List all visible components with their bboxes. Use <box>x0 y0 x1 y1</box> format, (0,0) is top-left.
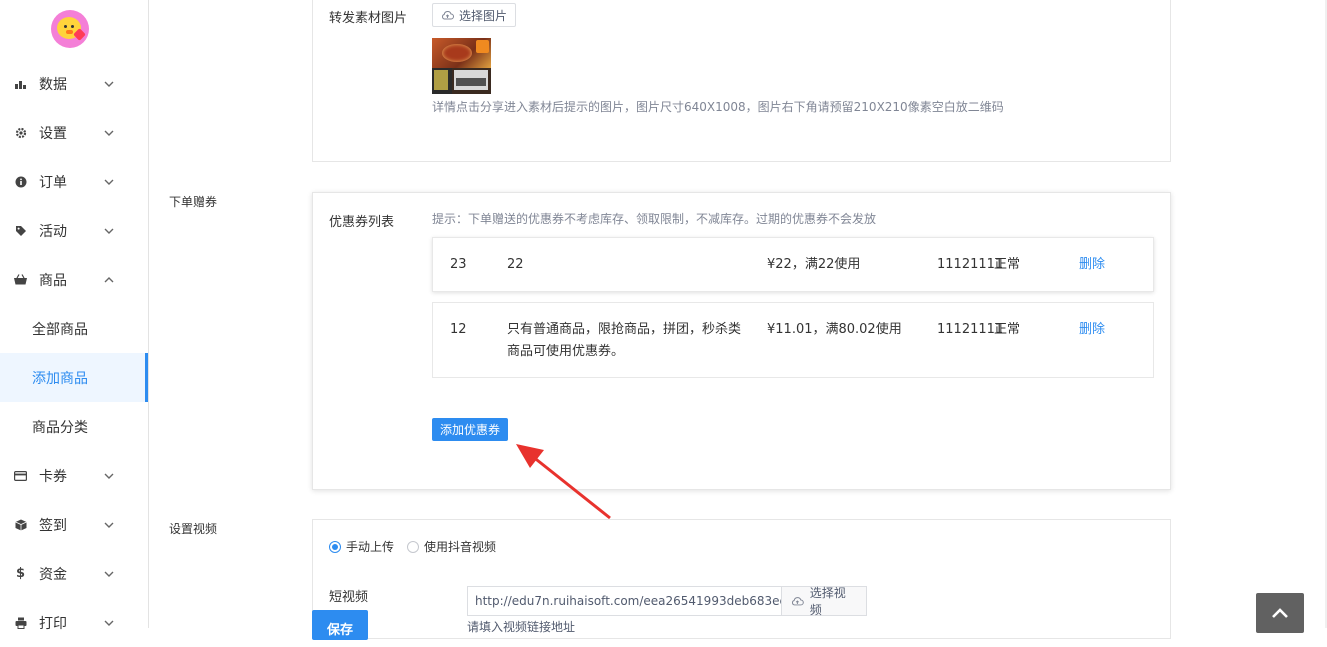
add-coupon-button[interactable]: 添加优惠券 <box>432 418 508 441</box>
sidebar: 数据 设置 订单 活动 商品 全部商品 添加商品 商品分类 卡券 签到 $ 资金… <box>0 0 149 632</box>
submenu-item-label: 全部商品 <box>32 321 88 338</box>
menu-item-settings[interactable]: 设置 <box>0 108 148 157</box>
app-logo <box>51 10 89 48</box>
menu-item-label: 订单 <box>39 174 67 191</box>
radio-manual-label: 手动上传 <box>346 540 395 554</box>
coupon-hint: 提示：下单赠送的优惠券不考虑库存、领取限制，不减库存。过期的优惠券不会发放 <box>432 212 877 226</box>
chevron-down-icon <box>103 470 115 482</box>
video-hint: 请填入视频链接地址 <box>467 620 576 634</box>
material-thumbnail[interactable] <box>432 38 491 94</box>
menu-item-label: 数据 <box>39 76 67 93</box>
submenu-item-add-product[interactable]: 添加商品 <box>0 353 148 402</box>
menu-item-signin[interactable]: 签到 <box>0 500 148 549</box>
menu-item-orders[interactable]: 订单 <box>0 157 148 206</box>
menu-item-print[interactable]: 打印 <box>0 598 148 647</box>
coupon-row: 23 22 ¥22，满22使用 11121111 正常 删除 <box>432 237 1154 292</box>
back-to-top-button[interactable] <box>1256 593 1304 633</box>
cloud-upload-icon <box>442 11 454 20</box>
submenu-item-label: 添加商品 <box>32 370 88 387</box>
tag-icon <box>14 224 27 237</box>
video-url-input[interactable]: http://edu7n.ruihaisoft.com/eea26541993d… <box>467 586 782 616</box>
menu-item-cards[interactable]: 卡券 <box>0 451 148 500</box>
radio-douyin-label: 使用抖音视频 <box>424 540 497 554</box>
chevron-down-icon <box>103 176 115 188</box>
select-video-button[interactable]: 选择视频 <box>782 586 867 617</box>
annotation-arrow-icon <box>516 444 611 520</box>
bar-chart-icon <box>14 77 27 90</box>
cube-icon <box>14 518 27 531</box>
card-icon <box>14 469 27 482</box>
video-section-label: 设置视频 <box>169 522 218 536</box>
material-label: 转发素材图片 <box>329 11 408 26</box>
coupon-discount: ¥11.01，满80.02使用 <box>767 322 902 337</box>
chevron-down-icon <box>103 617 115 629</box>
submenu-item-product-category[interactable]: 商品分类 <box>0 402 148 451</box>
chevron-down-icon <box>103 127 115 139</box>
chevron-down-icon <box>103 519 115 531</box>
coupon-row: 12 只有普通商品，限抢商品，拼团，秒杀类 商品可使用优惠券。 ¥11.01，满… <box>432 302 1154 378</box>
printer-icon <box>14 616 27 629</box>
delete-coupon-link[interactable]: 删除 <box>1079 319 1105 341</box>
select-image-button[interactable]: 选择图片 <box>432 3 517 27</box>
cloud-upload-icon <box>792 597 804 606</box>
short-video-label: 短视频 <box>329 590 369 605</box>
coupon-id: 12 <box>450 322 467 337</box>
menu-item-data[interactable]: 数据 <box>0 59 148 108</box>
chevron-up-icon <box>1272 607 1288 618</box>
dollar-icon: $ <box>15 566 26 581</box>
menu-item-label: 资金 <box>39 566 67 583</box>
chevron-up-icon <box>103 274 115 286</box>
menu-item-label: 商品 <box>39 272 67 289</box>
menu-item-label: 卡券 <box>39 468 67 485</box>
info-circle-icon <box>14 175 27 188</box>
coupon-discount: ¥22，满22使用 <box>767 257 861 272</box>
gear-icon <box>14 126 27 139</box>
order-coupon-section-label: 下单赠券 <box>169 195 218 209</box>
chevron-down-icon <box>103 568 115 580</box>
radio-checked-icon <box>329 540 341 553</box>
video-panel <box>312 519 1171 639</box>
radio-unchecked-icon <box>407 540 419 553</box>
delete-coupon-link[interactable]: 删除 <box>1079 254 1105 276</box>
menu-item-funds[interactable]: $ 资金 <box>0 549 148 598</box>
coupon-list-label: 优惠券列表 <box>329 215 395 230</box>
save-button[interactable]: 保存 <box>312 610 368 640</box>
menu-item-label: 签到 <box>39 517 67 534</box>
coupon-status: 正常 <box>994 257 1021 272</box>
chevron-down-icon <box>103 225 115 237</box>
radio-douyin-video[interactable]: 使用抖音视频 <box>407 538 496 555</box>
menu-item-label: 活动 <box>39 223 67 240</box>
select-video-label: 选择视频 <box>809 586 846 617</box>
coupon-name-line2: 商品可使用优惠券。 <box>507 344 625 359</box>
menu-item-label: 打印 <box>39 615 67 632</box>
select-image-label: 选择图片 <box>459 8 508 23</box>
coupon-name: 22 <box>507 257 524 272</box>
coupon-name-line1: 只有普通商品，限抢商品，拼团，秒杀类 <box>507 322 742 337</box>
coupon-id: 23 <box>450 257 467 272</box>
radio-manual-upload[interactable]: 手动上传 <box>329 538 394 555</box>
material-hint: 详情点击分享进入素材后提示的图片，图片尺寸640X1008，图片右下角请预留21… <box>432 100 1004 114</box>
menu-item-activities[interactable]: 活动 <box>0 206 148 255</box>
menu-item-products[interactable]: 商品 <box>0 255 148 304</box>
submenu-item-all-products[interactable]: 全部商品 <box>0 304 148 353</box>
menu-item-label: 设置 <box>39 125 67 142</box>
coupon-status: 正常 <box>994 322 1021 337</box>
submenu-item-label: 商品分类 <box>32 419 88 436</box>
chevron-down-icon <box>103 78 115 90</box>
basket-icon <box>14 273 27 286</box>
